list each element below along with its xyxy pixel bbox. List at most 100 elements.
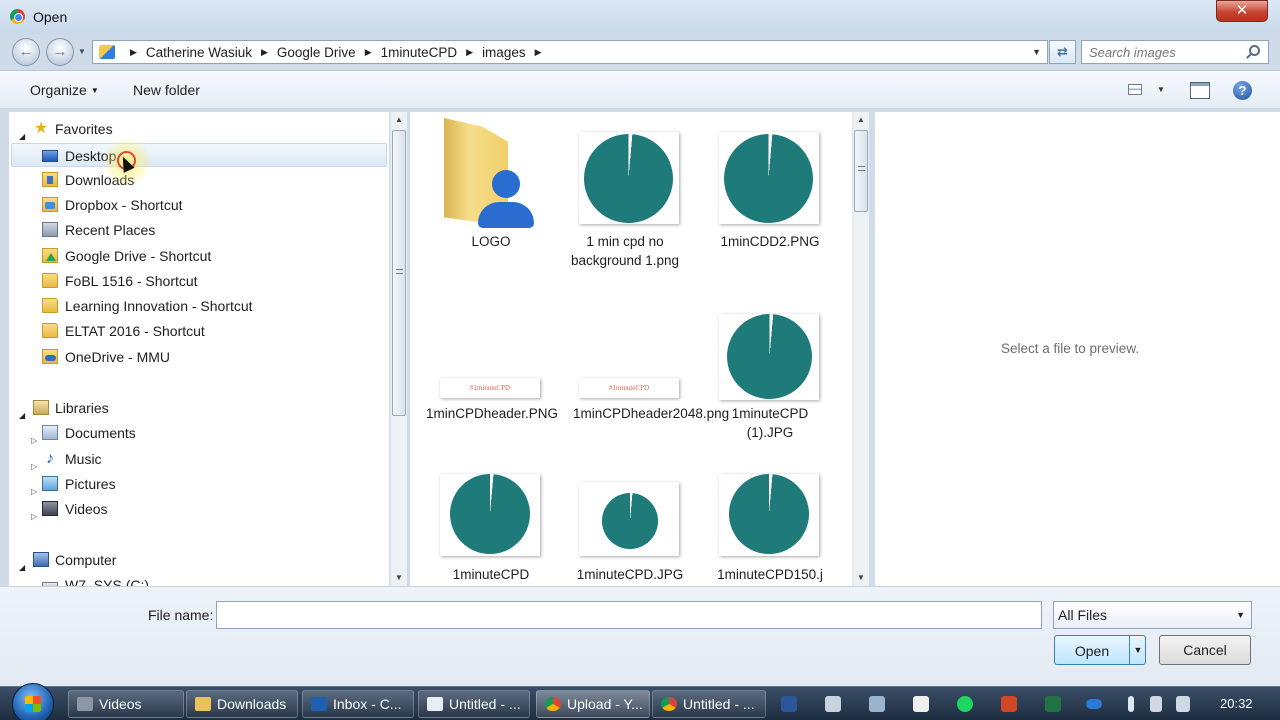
- location-icon: [99, 45, 115, 59]
- file-type-select[interactable]: All Files ▼: [1053, 601, 1252, 629]
- image-thumbnail: #1minuteCPD: [579, 378, 679, 398]
- chevron-right-icon[interactable]: ▶: [130, 47, 137, 58]
- nav-item-google-drive[interactable]: Google Drive - Shortcut: [11, 244, 387, 268]
- close-button[interactable]: ✕: [1216, 0, 1268, 22]
- nav-label: Documents: [65, 425, 136, 441]
- chevron-down-icon[interactable]: ▼: [1129, 636, 1146, 664]
- volume-icon[interactable]: [1176, 696, 1190, 712]
- person-body: [478, 202, 534, 228]
- taskbar-item[interactable]: Untitled - ...: [652, 690, 766, 718]
- scroll-up-icon[interactable]: ▲: [395, 115, 403, 124]
- file-item[interactable]: 1minuteCPD150.j: [705, 468, 835, 586]
- file-item[interactable]: 1minuteCPD.JPG: [565, 468, 695, 586]
- forward-button[interactable]: →: [46, 38, 74, 66]
- help-icon[interactable]: ?: [1233, 81, 1252, 100]
- open-button[interactable]: Open ▼: [1054, 635, 1146, 665]
- chevron-right-icon[interactable]: ▶: [365, 47, 372, 58]
- file-item[interactable]: 1minCDD2.PNG: [705, 118, 835, 278]
- file-list-scrollbar[interactable]: ▲ ▼: [852, 112, 869, 586]
- nav-item-documents[interactable]: ▷ Documents: [11, 421, 387, 445]
- nav-label: W7_SYS (C:): [65, 577, 150, 586]
- chrome-icon: [10, 9, 25, 24]
- chevron-down-icon[interactable]: ▼: [1157, 85, 1165, 94]
- search-box[interactable]: [1081, 40, 1269, 64]
- breadcrumb-item[interactable]: Google Drive: [277, 45, 356, 60]
- person-icon: [492, 170, 520, 198]
- expand-icon[interactable]: ▷: [31, 505, 37, 529]
- file-item[interactable]: 1minuteCPD: [426, 468, 556, 586]
- nav-label: FoBL 1516 - Shortcut: [65, 273, 198, 289]
- nav-computer[interactable]: ◢ Computer: [17, 548, 387, 572]
- nav-item-music[interactable]: ▷ ♪ Music: [11, 447, 387, 472]
- file-item[interactable]: #1minuteCPD 1minCPDheader.PNG: [426, 308, 558, 458]
- address-bar[interactable]: ▶ Catherine Wasiuk ▶ Google Drive ▶ 1min…: [92, 40, 1048, 64]
- nav-item-onedrive[interactable]: OneDrive - MMU: [11, 345, 387, 369]
- preview-pane: Select a file to preview.: [874, 112, 1280, 586]
- spotify-icon[interactable]: [957, 696, 973, 712]
- navigation-scrollbar[interactable]: ▲ ▼: [390, 112, 407, 586]
- nav-label: Pictures: [65, 476, 116, 492]
- file-item[interactable]: #1minuteCPD 1minCPDheader2048.png: [565, 308, 729, 458]
- taskbar-item[interactable]: Videos: [68, 690, 184, 718]
- change-view-icon[interactable]: [1128, 84, 1142, 95]
- nav-item-desktop[interactable]: Desktop: [11, 143, 387, 167]
- taskbar-item[interactable]: Upload - Y...: [536, 690, 650, 718]
- new-folder-button[interactable]: New folder: [133, 82, 200, 98]
- search-icon[interactable]: [1249, 45, 1260, 56]
- breadcrumb-item[interactable]: Catherine Wasiuk: [146, 45, 252, 60]
- breadcrumb-item[interactable]: 1minuteCPD: [381, 45, 458, 60]
- nav-item-dropbox[interactable]: Dropbox - Shortcut: [11, 193, 387, 217]
- file-name-input[interactable]: [216, 601, 1042, 629]
- scroll-down-icon[interactable]: ▼: [395, 573, 403, 582]
- file-name: 1minuteCPD (1).JPG: [731, 406, 809, 440]
- file-item[interactable]: 1 min cpd no background 1.png: [565, 118, 695, 298]
- nav-item-eltat[interactable]: ELTAT 2016 - Shortcut: [11, 319, 387, 343]
- star-icon: ★: [33, 120, 49, 137]
- back-button[interactable]: ←: [12, 38, 40, 66]
- nav-item-drive-c[interactable]: ▷ W7_SYS (C:): [11, 573, 387, 586]
- show-hidden-icons[interactable]: [1128, 696, 1134, 712]
- taskbar-item[interactable]: Downloads: [186, 690, 298, 718]
- nav-libraries[interactable]: ◢ Libraries: [17, 396, 387, 420]
- chevron-right-icon[interactable]: ▶: [261, 47, 268, 58]
- clock[interactable]: 20:32: [1220, 696, 1253, 711]
- desktop-icon: [42, 150, 58, 162]
- scroll-thumb[interactable]: [854, 130, 868, 212]
- refresh-button[interactable]: ⇄: [1049, 40, 1076, 64]
- search-input[interactable]: [1082, 41, 1242, 63]
- scroll-up-icon[interactable]: ▲: [857, 115, 865, 124]
- excel-icon[interactable]: [1045, 696, 1061, 712]
- organize-label: Organize: [30, 82, 87, 98]
- nav-item-learning-innovation[interactable]: Learning Innovation - Shortcut: [11, 294, 387, 318]
- chevron-right-icon[interactable]: ▶: [466, 47, 473, 58]
- cancel-button[interactable]: Cancel: [1159, 635, 1251, 665]
- onedrive-icon[interactable]: [1086, 699, 1102, 709]
- file-item[interactable]: 1minuteCPD (1).JPG: [705, 308, 835, 458]
- taskbar-item[interactable]: Inbox - C...: [302, 690, 414, 718]
- organize-button[interactable]: Organize ▼: [30, 82, 99, 98]
- nav-item-pictures[interactable]: ▷ Pictures: [11, 472, 387, 496]
- preview-pane-icon[interactable]: [1190, 82, 1210, 99]
- file-item-folder[interactable]: LOGO: [426, 118, 556, 278]
- nav-favorites[interactable]: ◢ ★ Favorites: [17, 117, 387, 142]
- nav-item-recent-places[interactable]: Recent Places: [11, 218, 387, 242]
- calculator-icon[interactable]: [913, 696, 929, 712]
- address-row: ← → ▼ ▶ Catherine Wasiuk ▶ Google Drive …: [0, 34, 1280, 70]
- scroll-down-icon[interactable]: ▼: [857, 573, 865, 582]
- recent-locations-dropdown[interactable]: ▼: [78, 47, 86, 56]
- chevron-down-icon[interactable]: ▼: [1032, 47, 1041, 57]
- nav-item-downloads[interactable]: Downloads: [11, 168, 387, 192]
- taskbar-item[interactable]: Untitled - ...: [418, 690, 530, 718]
- start-button[interactable]: [12, 683, 54, 720]
- powerpoint-icon[interactable]: [1001, 696, 1017, 712]
- nav-item-fobl[interactable]: FoBL 1516 - Shortcut: [11, 269, 387, 293]
- network-icon[interactable]: [1150, 696, 1162, 712]
- scroll-thumb[interactable]: [392, 130, 406, 416]
- image-thumbnail: [579, 482, 679, 556]
- word-icon[interactable]: [781, 696, 797, 712]
- breadcrumb-item[interactable]: images: [482, 45, 526, 60]
- chevron-right-icon[interactable]: ▶: [535, 47, 542, 58]
- app-icon[interactable]: [825, 696, 841, 712]
- nav-item-videos[interactable]: ▷ Videos: [11, 497, 387, 521]
- app-icon[interactable]: [869, 696, 885, 712]
